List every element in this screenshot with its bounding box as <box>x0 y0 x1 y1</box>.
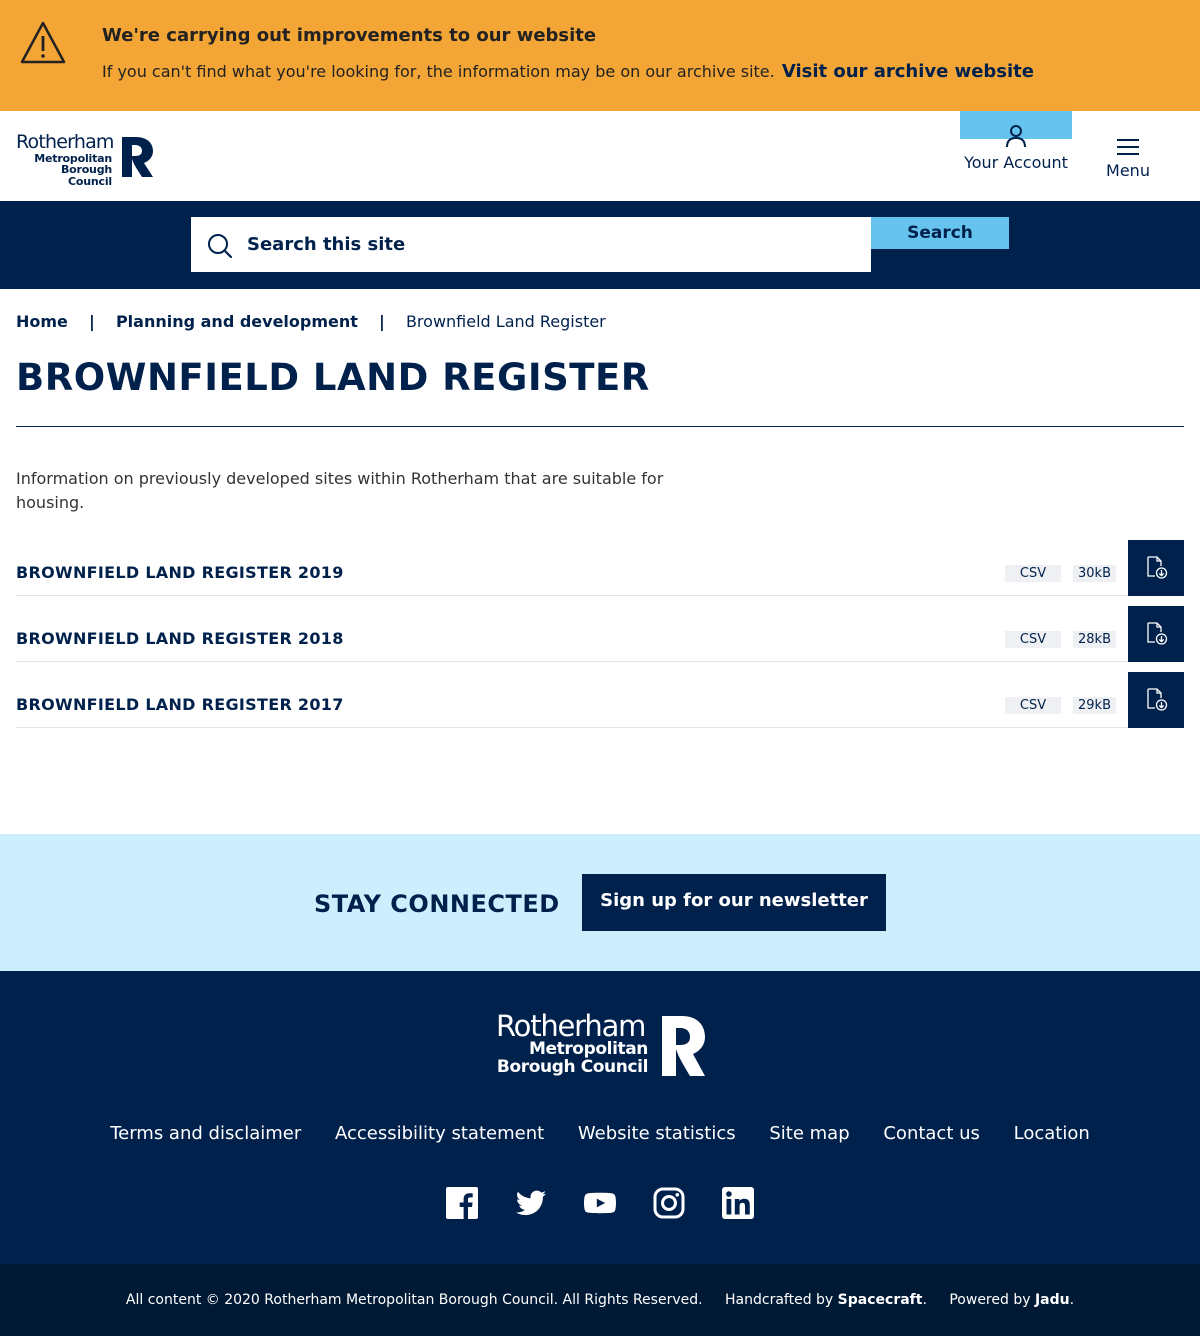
account-label: Your Account <box>964 153 1068 172</box>
search-bar: Search <box>0 201 1200 289</box>
footer-bottom-bar: All content © 2020 Rotherham Metropolita… <box>0 1264 1200 1336</box>
stay-connected-heading: STAY CONNECTED <box>314 890 560 918</box>
footer-link-accessibility[interactable]: Accessibility statement <box>335 1123 544 1144</box>
download-button[interactable] <box>1128 540 1184 596</box>
user-icon <box>1006 125 1026 148</box>
instagram-icon[interactable] <box>653 1187 685 1219</box>
your-account-button[interactable]: Your Account <box>960 111 1072 201</box>
download-button[interactable] <box>1128 672 1184 728</box>
file-type-badge: CSV <box>1005 565 1061 582</box>
footer-link-sitemap[interactable]: Site map <box>769 1123 849 1144</box>
alert-title: We're carrying out improvements to our w… <box>102 25 597 46</box>
newsletter-signup-button[interactable]: Sign up for our newsletter <box>582 874 886 931</box>
file-size-badge: 28kB <box>1073 631 1116 648</box>
file-download-icon <box>1147 622 1168 645</box>
breadcrumb: Home | Planning and development | Brownf… <box>16 312 606 331</box>
alert-message: If you can't find what you're looking fo… <box>102 62 775 81</box>
breadcrumb-separator: | <box>89 312 95 331</box>
breadcrumb-planning[interactable]: Planning and development <box>116 312 358 331</box>
footer-link-statistics[interactable]: Website statistics <box>578 1123 736 1144</box>
file-type-badge: CSV <box>1005 697 1061 714</box>
alert-banner: We're carrying out improvements to our w… <box>0 0 1200 111</box>
document-title[interactable]: BROWNFIELD LAND REGISTER 2017 <box>16 695 344 714</box>
breadcrumb-separator: | <box>379 312 385 331</box>
menu-label: Menu <box>1106 161 1150 180</box>
facebook-icon[interactable] <box>446 1187 478 1219</box>
document-title[interactable]: BROWNFIELD LAND REGISTER 2018 <box>16 629 344 648</box>
handcrafted-prefix: Handcrafted by <box>725 1292 834 1308</box>
logo-r-mark <box>122 137 153 177</box>
document-row: BROWNFIELD LAND REGISTER 2019 CSV 30kB <box>16 540 1184 596</box>
search-icon <box>208 234 233 259</box>
twitter-icon[interactable] <box>515 1187 547 1219</box>
download-button[interactable] <box>1128 606 1184 662</box>
footer-logo-r-mark <box>662 1016 705 1076</box>
document-title[interactable]: BROWNFIELD LAND REGISTER 2019 <box>16 563 344 582</box>
search-button[interactable]: Search <box>871 217 1009 249</box>
footer-logo-text: Rotherham Metropolitan Borough Council <box>496 1009 648 1078</box>
alert-text: If you can't find what you're looking fo… <box>102 61 1034 82</box>
stay-connected-section: STAY CONNECTED Sign up for our newslette… <box>0 834 1200 971</box>
footer-link-terms[interactable]: Terms and disclaimer <box>110 1123 301 1144</box>
page-intro: Information on previously developed site… <box>16 469 664 512</box>
file-size-badge: 29kB <box>1073 697 1116 714</box>
file-size-badge: 30kB <box>1073 565 1116 582</box>
archive-link[interactable]: Visit our archive website <box>782 61 1034 82</box>
logo-text: Rotherham Metropolitan Borough Council <box>16 131 114 189</box>
title-divider <box>16 426 1184 427</box>
linkedin-icon[interactable] <box>722 1187 754 1219</box>
footer-links: Terms and disclaimer Accessibility state… <box>0 1123 1200 1144</box>
document-row: BROWNFIELD LAND REGISTER 2018 CSV 28kB <box>16 606 1184 662</box>
site-header: Rotherham Metropolitan Borough Council Y… <box>0 111 1200 201</box>
page-title: BROWNFIELD LAND REGISTER <box>16 356 650 399</box>
footer-credits: All content © 2020 Rotherham Metropolita… <box>125 1292 1075 1308</box>
powered-prefix: Powered by <box>949 1292 1031 1308</box>
site-footer: Rotherham Metropolitan Borough Council T… <box>0 971 1200 1264</box>
document-row: BROWNFIELD LAND REGISTER 2017 CSV 29kB <box>16 672 1184 728</box>
copyright-text: All content © 2020 Rotherham Metropolita… <box>125 1292 703 1308</box>
jadu-link[interactable]: Jadu <box>1035 1292 1070 1308</box>
file-download-icon <box>1147 688 1168 711</box>
social-links <box>446 1187 756 1219</box>
site-logo[interactable]: Rotherham Metropolitan Borough Council <box>16 132 153 187</box>
hamburger-icon <box>1117 139 1139 155</box>
search-input[interactable] <box>247 217 857 272</box>
spacecraft-link[interactable]: Spacecraft <box>838 1292 923 1308</box>
footer-link-contact[interactable]: Contact us <box>883 1123 980 1144</box>
youtube-icon[interactable] <box>584 1187 616 1219</box>
file-type-badge: CSV <box>1005 631 1061 648</box>
footer-logo[interactable]: Rotherham Metropolitan Borough Council <box>496 1011 706 1083</box>
breadcrumb-current: Brownfield Land Register <box>405 312 606 331</box>
menu-button[interactable]: Menu <box>1086 133 1170 183</box>
file-download-icon <box>1147 556 1168 579</box>
search-box <box>191 217 871 272</box>
footer-link-location[interactable]: Location <box>1014 1123 1090 1144</box>
warning-icon <box>20 21 66 64</box>
breadcrumb-home[interactable]: Home <box>16 312 68 331</box>
